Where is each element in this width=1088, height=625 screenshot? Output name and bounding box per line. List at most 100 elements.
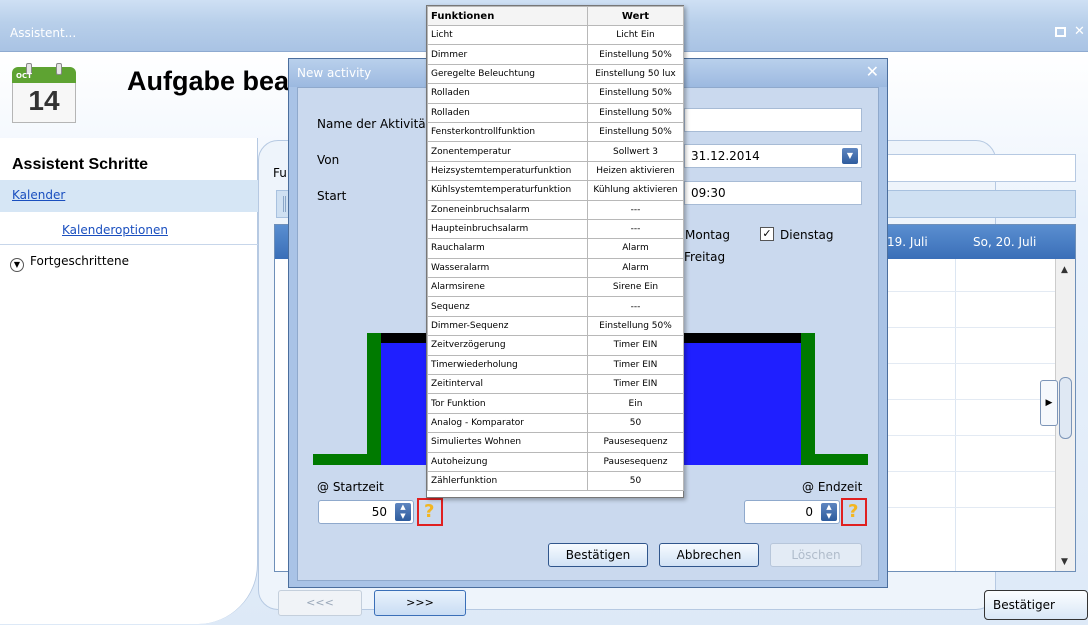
- function-value-cell: Licht Ein: [587, 24, 684, 46]
- maximize-icon[interactable]: [1055, 27, 1066, 37]
- previous-button[interactable]: <<<: [278, 590, 362, 616]
- end-help-highlight[interactable]: ?: [841, 498, 867, 526]
- function-name-cell: Zählerfunktion: [427, 470, 588, 492]
- wizard-divider: [0, 244, 258, 245]
- function-table-row[interactable]: Rauchalarm Alarm: [427, 238, 684, 259]
- function-name-cell: Rolladen: [427, 102, 588, 123]
- function-name-cell: Zonentemperatur: [427, 141, 588, 162]
- background-input[interactable]: [860, 154, 1076, 182]
- schedule-next-arrow-icon[interactable]: ▶: [1040, 380, 1058, 426]
- function-value-cell: Pausesequenz: [587, 451, 684, 472]
- wizard-step-advanced-label: Fortgeschrittene: [30, 254, 129, 268]
- weekday-dienstag-label: Dienstag: [780, 228, 834, 242]
- from-date-select[interactable]: 31.12.2014 ▼: [684, 144, 862, 168]
- help-icon[interactable]: ?: [848, 501, 858, 522]
- function-table-row[interactable]: Zählerfunktion 50: [427, 470, 684, 492]
- function-table-row[interactable]: Zoneneinbruchsalarm ---: [427, 199, 684, 220]
- from-date-value: 31.12.2014: [691, 149, 760, 163]
- dienstag-checkbox[interactable]: ✓: [760, 227, 774, 241]
- function-table-row[interactable]: Zonentemperatur Sollwert 3: [427, 141, 684, 162]
- start-time-value: 09:30: [691, 186, 726, 200]
- function-table-row[interactable]: Rolladen Einstellung 50%: [427, 102, 684, 123]
- start-time-offset-spinner[interactable]: 50 ▲ ▼: [318, 500, 414, 524]
- function-name-cell: Alarmsirene: [427, 277, 588, 298]
- end-time-offset-spinner[interactable]: 0 ▲ ▼: [744, 500, 840, 524]
- dialog-confirm-button[interactable]: Bestätigen: [548, 543, 648, 567]
- spinner-arrows-icon[interactable]: ▲ ▼: [821, 503, 837, 521]
- function-name-cell: Zeitinterval: [427, 374, 588, 395]
- function-table-row[interactable]: Fensterkontrollfunktion Einstellung 50%: [427, 121, 684, 143]
- window-title: Assistent...: [10, 26, 77, 40]
- function-table-row[interactable]: Analog - Komparator 50: [427, 412, 684, 434]
- scroll-down-icon[interactable]: ▼: [1061, 557, 1068, 567]
- calendar-icon-day: 14: [28, 85, 60, 116]
- function-table-row[interactable]: Licht Licht Ein: [427, 24, 684, 46]
- function-table-row[interactable]: Sequenz ---: [427, 296, 684, 317]
- function-name-cell: Zoneneinbruchsalarm: [427, 199, 588, 220]
- function-value-cell: Timer EIN: [587, 354, 684, 376]
- function-value-cell: Alarm: [587, 238, 684, 259]
- function-table-row[interactable]: Geregelte Beleuchtung Einstellung 50 lux: [427, 63, 684, 85]
- function-name-cell: Heizsystemtemperaturfunktion: [427, 160, 588, 182]
- weekday-freitag-label: Freitag: [684, 250, 726, 264]
- wizard-step-kalender[interactable]: Kalender: [0, 180, 258, 212]
- function-table-row[interactable]: Haupteinbruchsalarm ---: [427, 218, 684, 240]
- help-icon[interactable]: ?: [424, 501, 434, 522]
- function-table-row[interactable]: Dimmer Einstellung 50%: [427, 44, 684, 65]
- function-table-row[interactable]: Timerwiederholung Timer EIN: [427, 354, 684, 376]
- function-value-cell: Einstellung 50%: [587, 121, 684, 143]
- dropdown-arrow-icon[interactable]: ▼: [842, 148, 858, 164]
- function-value-cell: 50: [587, 412, 684, 434]
- start-help-highlight[interactable]: ?: [417, 498, 443, 526]
- function-table-row[interactable]: Dimmer-Sequenz Einstellung 50%: [427, 315, 684, 337]
- function-value-cell: Einstellung 50%: [587, 44, 684, 65]
- spinner-arrows-icon[interactable]: ▲ ▼: [395, 503, 411, 521]
- wizard-step-kalenderoptionen[interactable]: Kalenderoptionen: [62, 223, 168, 237]
- function-name-cell: Autoheizung: [427, 451, 588, 472]
- close-window-icon[interactable]: ✕: [1074, 24, 1088, 39]
- day-header-19[interactable]: 19. Juli: [887, 235, 928, 249]
- scroll-thumb[interactable]: [1059, 377, 1072, 439]
- function-table-row[interactable]: Wasseralarm Alarm: [427, 257, 684, 279]
- function-table-row[interactable]: Kühlsystemtemperaturfunktion Kühlung akti…: [427, 180, 684, 201]
- function-table-row[interactable]: Zeitinterval Timer EIN: [427, 374, 684, 395]
- schedule-scrollbar[interactable]: ▲ ▼: [1055, 259, 1075, 571]
- calendar-icon: OCT 14: [12, 63, 76, 125]
- grid-column-line: [955, 259, 956, 571]
- wizard-step-kalender-link[interactable]: Kalender: [12, 188, 65, 202]
- wizard-steps-title: Assistent Schritte: [12, 156, 149, 173]
- toolbar-grip[interactable]: [283, 196, 286, 212]
- function-table-row[interactable]: Tor Funktion Ein: [427, 393, 684, 414]
- function-column-header: Funktionen: [427, 6, 588, 26]
- scroll-up-icon[interactable]: ▲: [1061, 265, 1068, 275]
- function-table-row[interactable]: Rolladen Einstellung 50%: [427, 83, 684, 104]
- function-name-cell: Dimmer-Sequenz: [427, 315, 588, 337]
- function-table-row[interactable]: Zeitverzögerung Timer EIN: [427, 335, 684, 356]
- next-button[interactable]: >>>: [374, 590, 466, 616]
- dialog-cancel-button[interactable]: Abbrechen: [659, 543, 759, 567]
- function-name-cell: Haupteinbruchsalarm: [427, 218, 588, 240]
- function-table: Funktionen Wert Licht Licht Ein Dimmer Eins…: [427, 6, 684, 492]
- page-title: Aufgabe bea: [127, 66, 290, 96]
- chevron-down-icon[interactable]: ▼: [10, 258, 24, 272]
- value-column-header: Wert: [587, 6, 684, 26]
- function-name-cell: Simuliertes Wohnen: [427, 432, 588, 453]
- function-value-cell: Timer EIN: [587, 335, 684, 356]
- activity-name-input[interactable]: [684, 108, 862, 132]
- function-value-cell: Alarm: [587, 257, 684, 279]
- dialog-title: New activity: [297, 66, 372, 80]
- start-time-input[interactable]: 09:30: [684, 181, 862, 205]
- function-table-row[interactable]: Alarmsirene Sirene Ein: [427, 277, 684, 298]
- function-value-cell: Einstellung 50%: [587, 83, 684, 104]
- function-table-row[interactable]: Autoheizung Pausesequenz: [427, 451, 684, 472]
- function-table-row[interactable]: Simuliertes Wohnen Pausesequenz: [427, 432, 684, 453]
- end-time-offset-value: 0: [805, 505, 813, 519]
- dialog-close-icon[interactable]: ✕: [866, 62, 879, 81]
- wizard-step-advanced[interactable]: ▼ Fortgeschrittene: [10, 254, 129, 272]
- main-confirm-button[interactable]: Bestätiger: [984, 590, 1088, 620]
- start-label: Start: [317, 189, 347, 203]
- function-table-row[interactable]: Heizsystemtemperaturfunktion Heizen aktiv…: [427, 160, 684, 182]
- function-name-cell: Dimmer: [427, 44, 588, 65]
- dialog-delete-button[interactable]: Löschen: [770, 543, 862, 567]
- day-header-20[interactable]: So, 20. Juli: [973, 235, 1036, 249]
